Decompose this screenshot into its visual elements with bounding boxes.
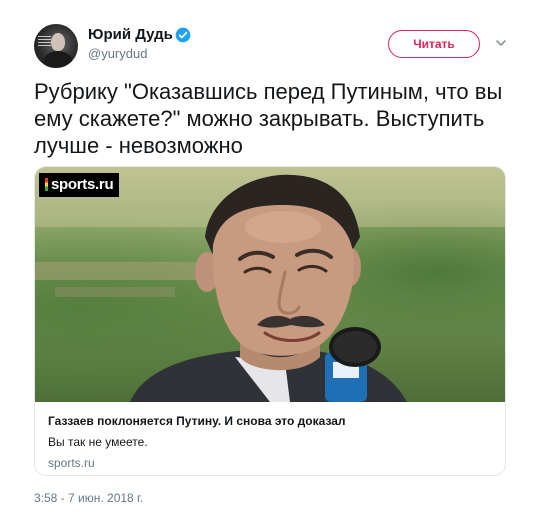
card-domain: sports.ru <box>48 456 95 470</box>
card-photo-illustration <box>35 167 505 402</box>
sports-logo: sports.ru <box>39 173 120 197</box>
logo-text: sports.ru <box>51 176 114 193</box>
verified-badge-icon <box>175 27 191 43</box>
card-description: Вы так не умеете. <box>48 435 148 449</box>
author-display-name[interactable]: Юрий Дудь <box>88 26 173 43</box>
card-title[interactable]: Газзаев поклоняется Путину. И снова это … <box>48 414 346 428</box>
tweet-timestamp[interactable]: 3:58 - 7 июн. 2018 г. <box>34 491 143 505</box>
card-image[interactable]: sports.ru <box>35 167 505 402</box>
avatar[interactable] <box>34 24 78 68</box>
chevron-down-icon[interactable] <box>494 36 508 50</box>
logo-mark-icon <box>45 178 48 191</box>
avatar-face <box>51 33 65 51</box>
author-handle[interactable]: @yurydud <box>88 46 147 61</box>
tweet-text: Рубрику "Оказавшись перед Путиным, что в… <box>34 79 503 158</box>
avatar-body <box>44 51 72 68</box>
avatar-text-overlay <box>38 36 51 46</box>
link-card[interactable]: sports.ru Газзаев поклоняется Путину. И … <box>34 166 506 476</box>
follow-button[interactable]: Читать <box>388 30 480 58</box>
